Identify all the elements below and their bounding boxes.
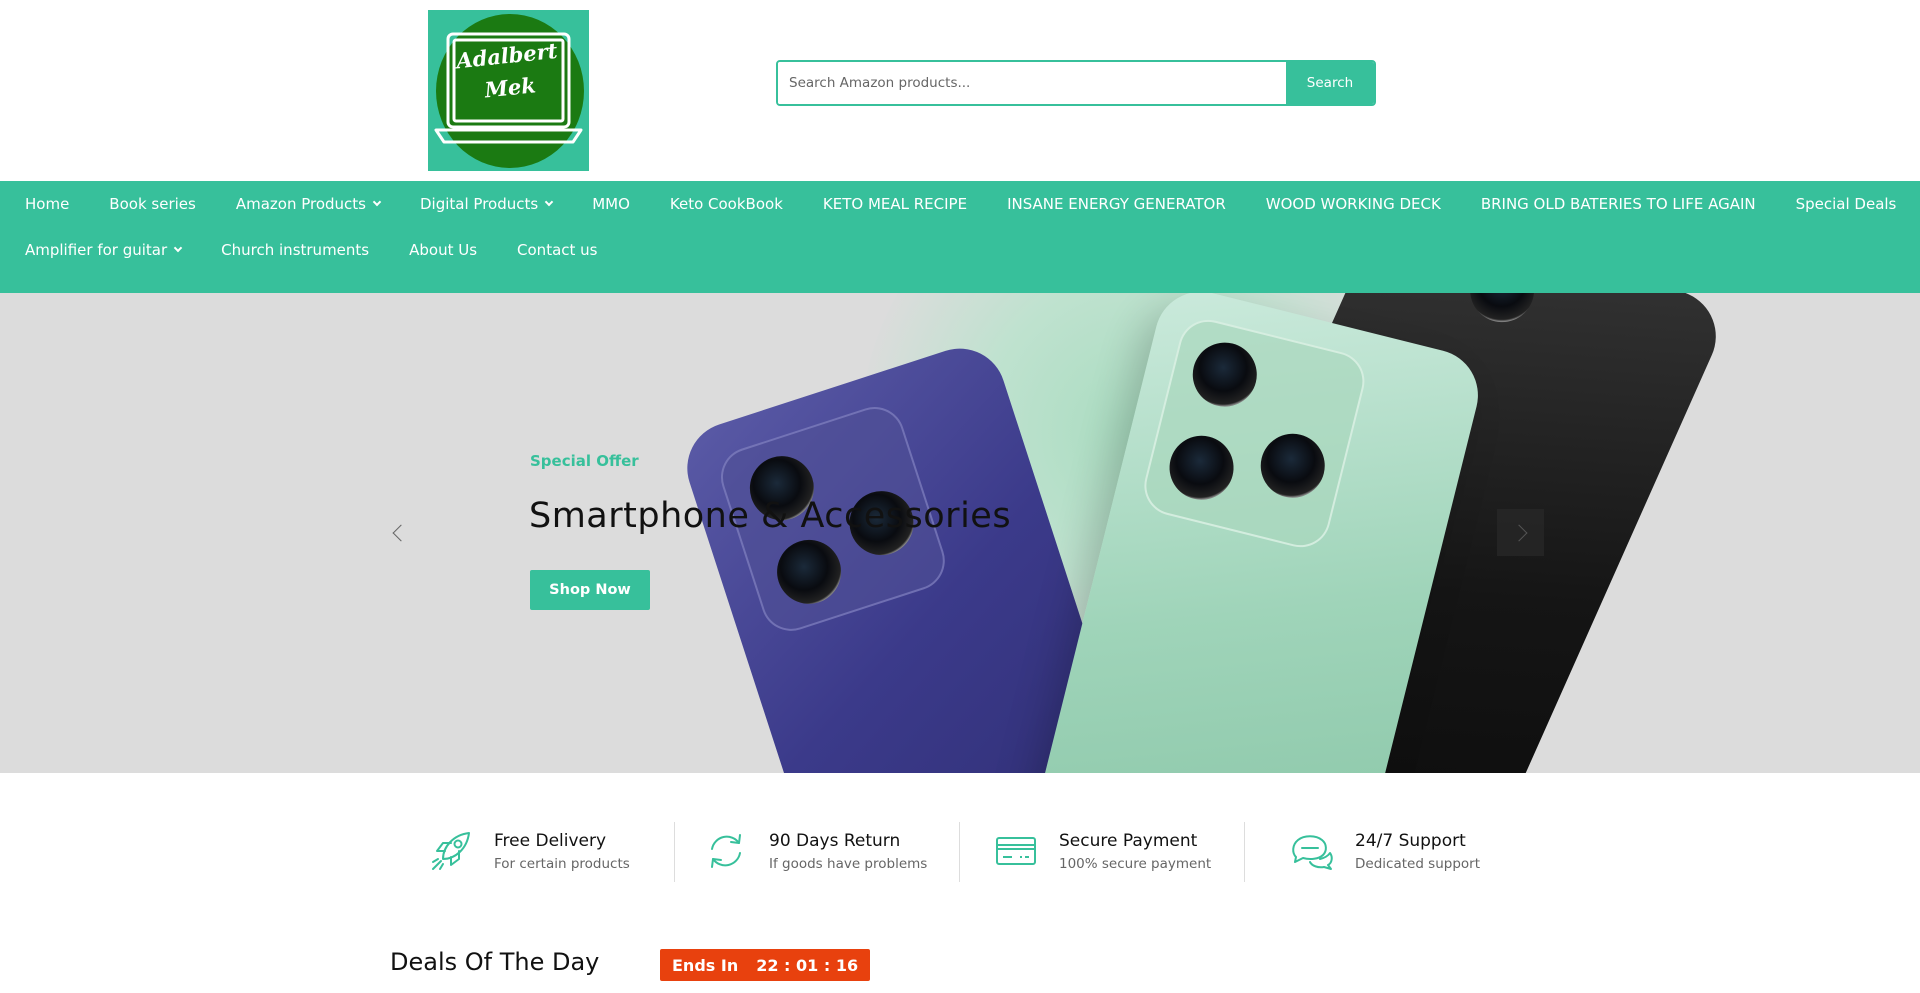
nav-label: KETO MEAL RECIPE [822,195,968,213]
nav-label: Amazon Products [235,195,366,213]
feature-desc: Dedicated support [1355,856,1481,872]
feature-divider [959,822,960,882]
deals-countdown: Ends In 22 : 01 : 16 [660,949,871,981]
nav-item-insane-energy-generator[interactable]: INSANE ENERGY GENERATOR [982,195,1241,213]
search-bar: Search [776,60,1376,106]
feature-24-7-support: 24/7 Support Dedicated support [1289,821,1480,881]
feature-divider [674,822,675,882]
nav-label: Contact us [517,241,598,259]
camera-lens-icon [1459,293,1545,333]
nav-item-church-instruments[interactable]: Church instruments [196,241,384,259]
nav-item-keto-meal-recipe[interactable]: KETO MEAL RECIPE [798,195,982,213]
feature-secure-payment: Secure Payment 100% secure payment [993,821,1211,881]
nav-item-amazon-products[interactable]: Amazon Products [211,195,395,213]
site-logo[interactable]: Adalbert Mek [428,10,589,171]
credit-card-icon [993,828,1039,874]
feature-desc: If goods have problems [769,856,928,872]
chat-bubbles-icon [1289,828,1335,874]
camera-lens-icon [1185,335,1264,414]
slider-next-button[interactable] [1497,509,1544,556]
nav-item-home[interactable]: Home [0,195,84,213]
nav-label: Church instruments [221,241,370,259]
nav-label: Amplifier for guitar [25,241,168,259]
nav-label: Special Deals [1795,195,1897,213]
feature-desc: 100% secure payment [1059,856,1212,872]
nav-label: Keto CookBook [669,195,783,213]
countdown-label: Ends In [672,955,739,975]
feature-title: Secure Payment [1059,831,1198,851]
nav-item-keto-cookbook[interactable]: Keto CookBook [645,195,798,213]
camera-lens-icon [768,531,850,613]
slider-prev-button[interactable] [375,509,422,556]
hero-subtitle: Special Offer [530,452,639,470]
nav-row-2: Amplifier for guitar Church instruments … [0,227,612,273]
nav-label: About Us [409,241,478,259]
nav-label: Book series [109,195,196,213]
nav-item-bring-old-bateries[interactable]: BRING OLD BATERIES TO LIFE AGAIN [1456,195,1771,213]
search-input[interactable] [778,62,1286,104]
feature-title: Free Delivery [494,831,607,851]
nav-label: BRING OLD BATERIES TO LIFE AGAIN [1480,195,1756,213]
rocket-icon [428,828,474,874]
nav-label: MMO [592,195,630,213]
nav-item-contact-us[interactable]: Contact us [492,241,612,259]
shop-now-button[interactable]: Shop Now [530,570,650,610]
nav-label: Home [25,195,70,213]
feature-90-days-return: 90 Days Return If goods have problems [703,821,927,881]
nav-item-wood-working-deck[interactable]: WOOD WORKING DECK [1241,195,1456,213]
refresh-icon [703,828,749,874]
camera-module [1138,313,1371,554]
nav-item-amplifier-for-guitar[interactable]: Amplifier for guitar [0,241,196,259]
chevron-down-icon [372,197,382,207]
search-button[interactable]: Search [1286,62,1374,104]
camera-lens-icon [1162,428,1241,507]
chevron-right-icon [1510,524,1527,541]
feature-divider [1244,822,1245,882]
feature-title: 90 Days Return [769,831,901,851]
nav-row-1: Home Book series Amazon Products Digital… [0,181,1911,227]
feature-free-delivery: Free Delivery For certain products [428,821,630,881]
nav-item-about-us[interactable]: About Us [384,241,492,259]
hero-title: Smartphone & Accessories [529,496,1012,536]
chevron-left-icon [392,524,409,541]
chevron-down-icon [173,243,183,253]
chevron-down-icon [544,197,554,207]
nav-item-digital-products[interactable]: Digital Products [395,195,567,213]
site-header: Adalbert Mek Search [0,0,1920,181]
nav-item-book-series[interactable]: Book series [84,195,211,213]
feature-title: 24/7 Support [1355,831,1466,851]
countdown-timer: 22 : 01 : 16 [756,955,859,975]
camera-lens-icon [1253,426,1332,505]
nav-label: INSANE ENERGY GENERATOR [1007,195,1226,213]
nav-label: WOOD WORKING DECK [1265,195,1441,213]
feature-desc: For certain products [494,856,630,872]
nav-item-special-deals[interactable]: Special Deals [1771,195,1912,213]
nav-item-mmo[interactable]: MMO [567,195,645,213]
nav-label: Digital Products [420,195,539,213]
features-strip: Free Delivery For certain products 90 Da… [0,773,1920,923]
main-nav: Home Book series Amazon Products Digital… [0,181,1920,293]
deals-of-the-day-title: Deals Of The Day [390,948,600,976]
